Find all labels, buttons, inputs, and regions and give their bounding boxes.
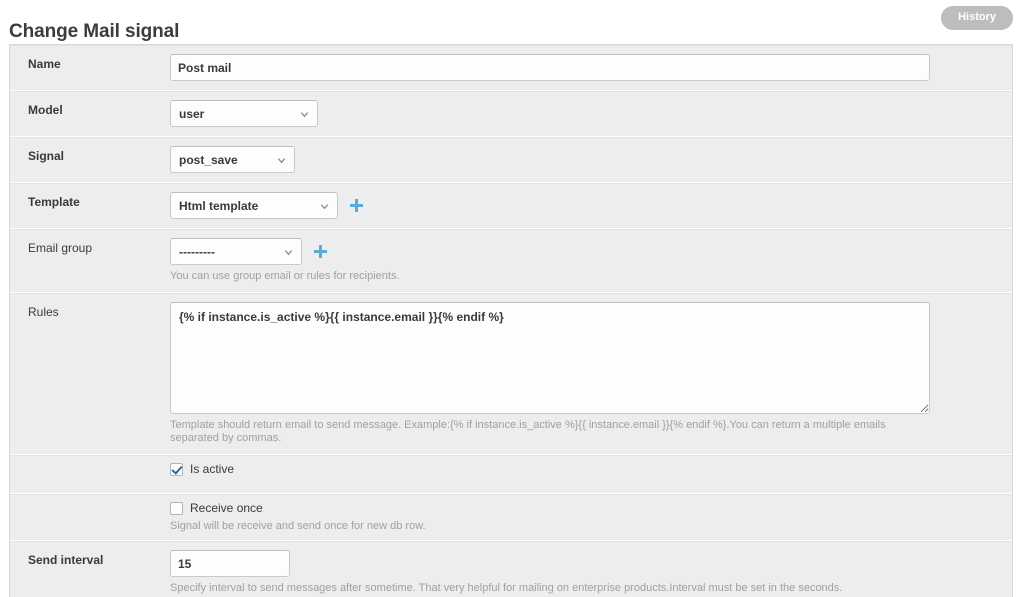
receive-once-help-text: Signal will be receive and send once for… bbox=[170, 520, 426, 532]
chevron-down-icon bbox=[284, 250, 293, 256]
label-is-active-spacer bbox=[10, 462, 170, 465]
field-signal: post_save bbox=[170, 146, 1012, 173]
chevron-down-icon bbox=[320, 204, 329, 210]
model-select[interactable]: user bbox=[170, 100, 318, 127]
add-template-button[interactable] bbox=[350, 199, 364, 212]
chevron-down-icon bbox=[277, 158, 286, 164]
label-model: Model bbox=[28, 103, 63, 117]
form-row-signal: Signal post_save bbox=[10, 137, 1012, 183]
rules-textarea[interactable]: {% if instance.is_active %}{{ instance.e… bbox=[170, 302, 930, 414]
email-group-select[interactable]: --------- bbox=[170, 238, 302, 265]
receive-once-checkbox[interactable] bbox=[170, 501, 183, 515]
is-active-check-line: Is active bbox=[170, 462, 1002, 476]
name-input[interactable] bbox=[170, 54, 930, 81]
label-send-interval: Send interval bbox=[28, 553, 104, 567]
label-name: Name bbox=[28, 57, 61, 71]
page-header: Change Mail signal History bbox=[0, 0, 1022, 44]
form-row-rules: Rules {% if instance.is_active %}{{ inst… bbox=[10, 293, 1012, 455]
change-form: Name Model user Signal post_save bbox=[9, 44, 1013, 597]
receive-once-check-line: Receive once bbox=[170, 501, 1002, 515]
template-select[interactable]: Html template bbox=[170, 192, 338, 219]
label-signal: Signal bbox=[28, 149, 65, 163]
send-interval-help-text: Specify interval to send messages after … bbox=[170, 582, 843, 594]
field-is-active: Is active bbox=[170, 462, 1012, 476]
label-rules: Rules bbox=[28, 305, 59, 319]
add-email-group-button[interactable] bbox=[314, 245, 328, 258]
email-group-help-text: You can use group email or rules for rec… bbox=[170, 270, 400, 282]
page-title: Change Mail signal bbox=[9, 20, 180, 42]
signal-select[interactable]: post_save bbox=[170, 146, 295, 173]
history-button[interactable]: History bbox=[941, 6, 1013, 30]
label-receive-once-spacer bbox=[10, 501, 170, 504]
label-email-group: Email group bbox=[28, 241, 93, 255]
is-active-label[interactable]: Is active bbox=[190, 462, 234, 476]
field-template: Html template bbox=[170, 192, 1012, 219]
field-model: user bbox=[170, 100, 1012, 127]
field-receive-once: Receive once Signal will be receive and … bbox=[170, 501, 1012, 533]
form-row-name: Name bbox=[10, 45, 1012, 91]
form-row-template: Template Html template bbox=[10, 183, 1012, 229]
email-group-select-value: --------- bbox=[179, 245, 215, 259]
signal-select-value: post_save bbox=[179, 153, 238, 167]
field-name bbox=[170, 54, 1012, 81]
template-select-value: Html template bbox=[179, 199, 259, 213]
plus-icon bbox=[350, 199, 364, 212]
field-rules: {% if instance.is_active %}{{ instance.e… bbox=[170, 302, 1012, 445]
form-row-send-interval: Send interval Specify interval to send m… bbox=[10, 541, 1012, 597]
receive-once-label[interactable]: Receive once bbox=[190, 501, 263, 515]
model-select-value: user bbox=[179, 107, 205, 121]
plus-icon bbox=[314, 245, 328, 258]
form-row-is-active: Is active bbox=[10, 455, 1012, 494]
chevron-down-icon bbox=[300, 112, 309, 118]
rules-help-text: Template should return email to send mes… bbox=[170, 419, 886, 444]
field-email-group: --------- You can use group email or rul… bbox=[170, 238, 1012, 283]
form-row-email-group: Email group --------- You can use group … bbox=[10, 229, 1012, 293]
field-send-interval: Specify interval to send messages after … bbox=[170, 550, 1012, 595]
form-row-model: Model user bbox=[10, 91, 1012, 137]
form-row-receive-once: Receive once Signal will be receive and … bbox=[10, 494, 1012, 541]
label-template: Template bbox=[28, 195, 80, 209]
is-active-checkbox[interactable] bbox=[170, 462, 183, 476]
send-interval-input[interactable] bbox=[170, 550, 290, 577]
